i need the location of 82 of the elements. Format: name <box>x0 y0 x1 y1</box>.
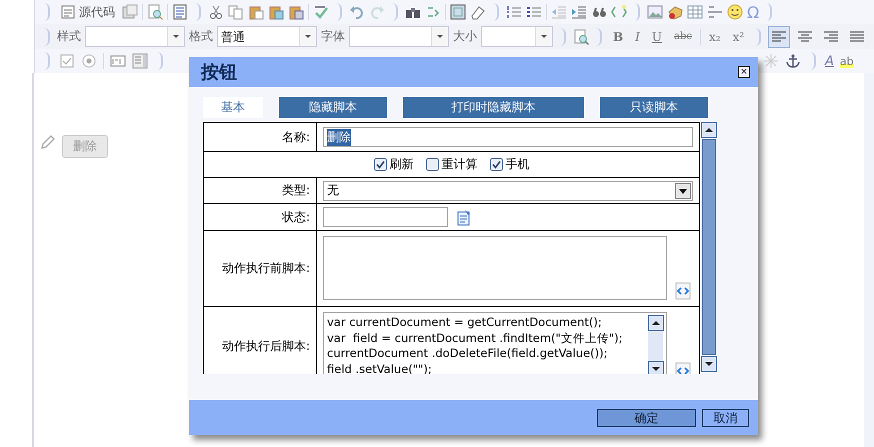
checkbox-label: 手机 <box>506 156 530 173</box>
caret-icon <box>172 34 180 39</box>
checkbox-label: 刷新 <box>390 156 414 173</box>
source-button[interactable]: 源代码 <box>57 2 118 22</box>
tab[interactable]: 基本 <box>203 97 263 118</box>
tab[interactable]: 只读脚本 <box>600 97 708 118</box>
highlight-color-button[interactable]: ab <box>840 54 854 68</box>
table-icon[interactable] <box>687 4 703 20</box>
spellcheck-icon[interactable] <box>313 4 329 20</box>
cancel-button[interactable]: 取消 <box>702 408 749 426</box>
rule-icon[interactable] <box>707 4 723 20</box>
align-right-icon[interactable] <box>823 28 840 44</box>
caret-icon <box>436 34 444 39</box>
scroll-down-icon[interactable] <box>701 356 717 372</box>
eraser-icon[interactable] <box>470 4 486 20</box>
format-label: 格式 <box>189 28 213 45</box>
script-text: var currentDocument = getCurrentDocument(); var field = currentDocument .findItem("文件上传"); currentDocument .doDeleteFile(field.getValue()); field .setValue(""); <box>327 315 624 374</box>
preview-icon[interactable] <box>147 4 163 20</box>
align-center-icon[interactable] <box>797 28 814 44</box>
bold-button[interactable]: B <box>609 28 628 44</box>
checkbox-icon[interactable] <box>59 53 75 69</box>
clipboard-icon[interactable] <box>456 208 472 226</box>
script-editor[interactable]: var currentDocument = getCurrentDocument(); var field = currentDocument .findItem("文件上传"); currentDocument .doDeleteFile(field.getValue()); field .setValue(""); <box>323 312 667 374</box>
italic-button[interactable]: I <box>631 28 644 44</box>
font-color-button[interactable]: A <box>825 54 834 68</box>
underline-button[interactable]: U <box>648 28 666 44</box>
numbered-list-icon[interactable] <box>506 4 522 20</box>
pencil-icon <box>40 135 56 151</box>
paste-word-icon[interactable] <box>288 4 304 20</box>
state-field[interactable] <box>323 207 448 227</box>
format-dropdown[interactable]: 普通 <box>217 26 317 47</box>
page-icon[interactable] <box>172 4 188 20</box>
scroll-up-icon[interactable] <box>648 315 664 331</box>
name-field[interactable]: 删除 <box>323 127 693 147</box>
cut-icon[interactable] <box>208 4 224 20</box>
textarea-icon[interactable] <box>132 53 148 69</box>
scrollbar-thumb[interactable] <box>702 139 716 355</box>
dropdown-value: 无 <box>327 182 339 199</box>
script-editor[interactable] <box>323 236 667 300</box>
image-icon[interactable] <box>647 4 663 20</box>
checkbox-label: 重计算 <box>442 156 478 173</box>
paste-text-icon[interactable] <box>268 4 284 20</box>
dialog-title: 按钮 <box>201 61 237 84</box>
undo-icon[interactable] <box>349 4 365 20</box>
anchor-icon[interactable] <box>785 53 801 69</box>
close-button[interactable]: × <box>738 66 750 78</box>
smiley-icon[interactable] <box>727 4 743 20</box>
field-label: 动作执行前脚本: <box>222 261 310 275</box>
strikethrough-button[interactable]: abc <box>670 30 696 43</box>
field-label: 状态: <box>282 210 310 224</box>
type-dropdown[interactable]: 无 <box>323 180 693 200</box>
bulleted-list-icon[interactable] <box>526 4 542 20</box>
subscript-button[interactable]: x₂ <box>705 28 725 44</box>
checkbox[interactable] <box>490 158 502 171</box>
scroll-up-icon[interactable] <box>701 122 717 138</box>
paste-icon[interactable] <box>248 4 264 20</box>
indent-icon[interactable] <box>571 4 587 20</box>
caret-icon <box>540 34 548 39</box>
caret-icon <box>304 34 312 39</box>
font-label: 字体 <box>321 28 345 45</box>
select-all-icon[interactable] <box>450 4 466 20</box>
checkbox[interactable] <box>374 158 386 171</box>
code-icon[interactable] <box>675 282 691 300</box>
find-page-icon[interactable] <box>573 28 589 44</box>
tab[interactable]: 隐藏脚本 <box>279 97 387 118</box>
tab[interactable]: 打印时隐藏脚本 <box>403 97 584 118</box>
field-label: 名称: <box>282 130 310 144</box>
ok-button[interactable]: 确定 <box>597 408 696 426</box>
justify-icon[interactable] <box>849 28 866 44</box>
size-label: 大小 <box>453 28 477 45</box>
copy-icon[interactable] <box>228 4 244 20</box>
radio-icon[interactable] <box>81 53 97 69</box>
document-icon <box>60 4 76 20</box>
field-label: 动作执行后脚本: <box>222 339 310 353</box>
checkbox[interactable] <box>426 158 438 171</box>
text-field-icon[interactable] <box>110 53 126 69</box>
field-label: 类型: <box>282 183 310 197</box>
scroll-down-icon[interactable] <box>648 361 664 374</box>
style-label: 样式 <box>57 28 81 45</box>
field-value: 删除 <box>327 128 351 146</box>
align-left-icon[interactable] <box>771 28 788 44</box>
superscript-button[interactable]: x² <box>728 28 748 44</box>
